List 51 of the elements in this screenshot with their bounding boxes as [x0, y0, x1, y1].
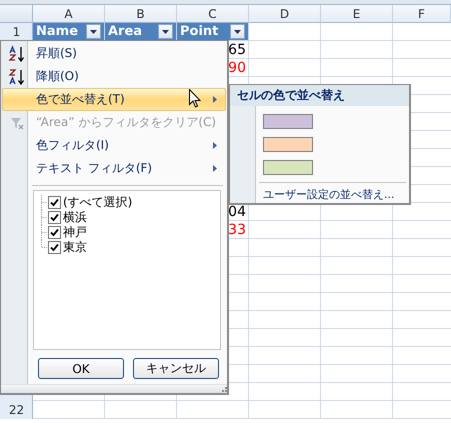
caret-icon: [162, 30, 169, 34]
tree-connector: [38, 210, 48, 225]
submenu-arrow-icon: [213, 142, 217, 149]
caret-icon: [90, 30, 97, 34]
menu-item[interactable]: 昇順(S): [2, 42, 226, 65]
caret-icon: [234, 30, 241, 34]
table-cell: 04: [228, 204, 246, 220]
checkbox-label: 神戸: [63, 224, 87, 241]
color-swatch[interactable]: [263, 137, 313, 152]
menu-item[interactable]: 色フィルタ(I): [2, 134, 226, 157]
column-header[interactable]: B: [105, 5, 177, 23]
checkbox[interactable]: [48, 196, 61, 209]
header-label: Area: [108, 24, 142, 39]
checkbox-label: (すべて選択): [63, 194, 132, 211]
color-swatch[interactable]: [263, 160, 313, 175]
row-header[interactable]: 22: [8, 403, 24, 417]
table-cell: 33: [228, 222, 246, 238]
filter-dropdown-button[interactable]: [230, 24, 245, 39]
checkbox-label: 横浜: [63, 209, 87, 226]
color-swatch[interactable]: [263, 114, 313, 129]
sort-ascending-icon: [8, 44, 26, 62]
sort-descending-icon: [8, 68, 26, 86]
checkbox-label: 東京: [63, 239, 87, 256]
tree-connector: [38, 195, 48, 210]
menu-item[interactable]: 色で並べ替え(T): [2, 88, 226, 111]
column-header[interactable]: F: [393, 5, 451, 23]
column-header[interactable]: E: [321, 5, 393, 23]
checkbox[interactable]: [48, 226, 61, 239]
header-label: Name: [36, 24, 78, 39]
submenu-arrow-icon: [213, 165, 217, 172]
cancel-button[interactable]: キャンセル: [133, 358, 219, 379]
ok-button[interactable]: OK: [38, 358, 124, 379]
checkbox[interactable]: [48, 211, 61, 224]
column-header[interactable]: C: [177, 5, 249, 23]
checkbox[interactable]: [48, 241, 61, 254]
resize-grip-icon[interactable]: [220, 386, 227, 393]
filter-dropdown-button[interactable]: [86, 24, 101, 39]
funnel-clear-icon: [10, 116, 24, 130]
mouse-pointer-icon: [189, 89, 201, 108]
menu-item[interactable]: テキスト フィルタ(F): [2, 157, 226, 180]
menu-item[interactable]: ユーザー設定の並べ替え...: [230, 183, 409, 202]
column-header[interactable]: D: [249, 5, 321, 23]
submenu-arrow-icon: [213, 96, 217, 103]
header-label: Point: [180, 24, 218, 39]
table-cell: 65: [228, 42, 246, 58]
filter-dropdown-button[interactable]: [158, 24, 173, 39]
row-header[interactable]: 1: [12, 25, 20, 39]
menu-item[interactable]: 降順(O): [2, 65, 226, 88]
column-header[interactable]: A: [33, 5, 105, 23]
submenu-title: セルの色で並べ替え: [230, 85, 409, 106]
table-cell: 90: [228, 60, 246, 76]
